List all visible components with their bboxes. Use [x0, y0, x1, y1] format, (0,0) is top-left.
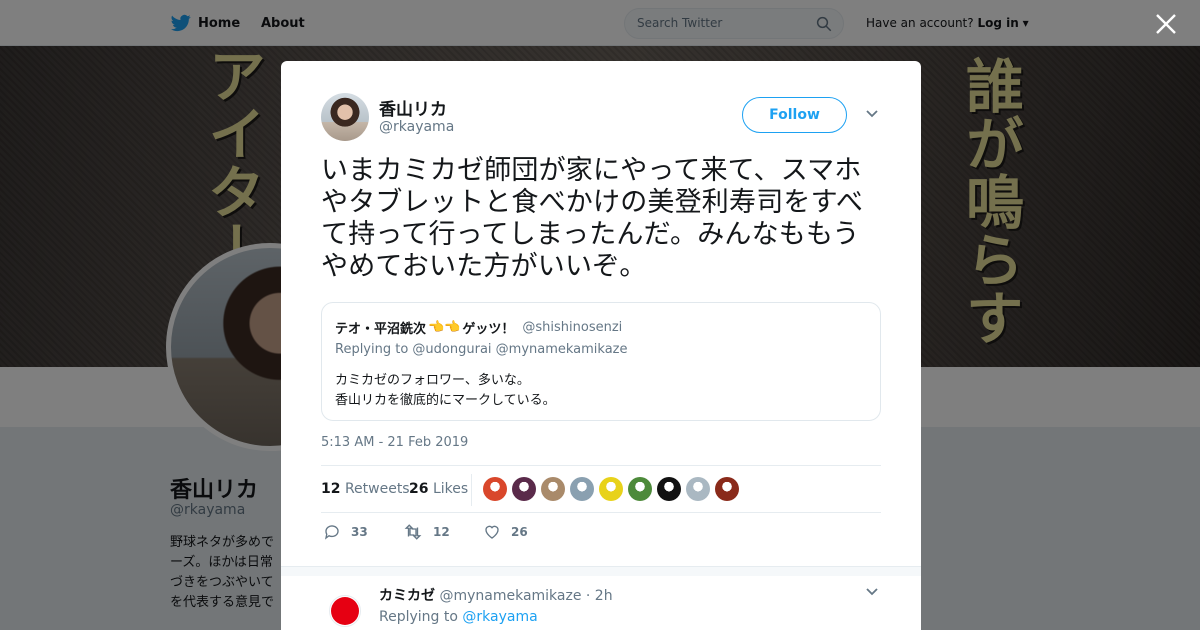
replies-divider: [281, 566, 921, 576]
red-circle-icon: [331, 597, 359, 625]
liker-avatar[interactable]: [628, 477, 652, 501]
liker-avatar[interactable]: [570, 477, 594, 501]
quoted-author-name: テオ・平沼銑次: [335, 322, 427, 337]
retweet-action[interactable]: 12: [403, 523, 450, 541]
reply-time[interactable]: · 2h: [586, 588, 613, 604]
quoted-body-line: カミカゼのフォロワー、多いな。: [335, 373, 530, 388]
liker-avatar[interactable]: [599, 477, 623, 501]
retweet-count: 12: [433, 525, 450, 539]
reply-replying-to: Replying to @rkayama: [379, 609, 538, 625]
tweet-text: いまカミカゼ師団が家にやって来て、スマホやタブレットと食べかけの美登利寿司をすべ…: [321, 155, 864, 282]
retweets-label: Retweets: [344, 481, 410, 497]
chevron-down-icon[interactable]: [865, 587, 879, 597]
liker-avatar[interactable]: [483, 477, 507, 501]
tweet-author-name[interactable]: 香山リカ: [379, 95, 447, 120]
follow-button[interactable]: Follow: [742, 97, 847, 133]
reply-author-name[interactable]: カミカゼ: [379, 588, 435, 604]
retweets-count: 12: [321, 481, 341, 497]
tweet-modal: 香山リカ @rkayama Follow いまカミカゼ師団が家にやって来て、スマ…: [281, 61, 921, 630]
reply-count: 33: [351, 525, 368, 539]
like-action[interactable]: 26: [483, 523, 528, 541]
tweet-author-avatar[interactable]: [321, 93, 369, 141]
chevron-down-icon[interactable]: [865, 109, 879, 119]
likes-label: Likes: [432, 481, 469, 497]
retweet-icon: [404, 524, 422, 540]
heart-icon: [485, 525, 499, 539]
reply-action[interactable]: 33: [323, 523, 368, 541]
quoted-tweet[interactable]: テオ・平沼銑次 👈👈 ゲッツ！ @shishinosenzi Replying …: [321, 302, 881, 421]
reply-author-avatar[interactable]: [329, 595, 361, 627]
tweet-author-handle[interactable]: @rkayama: [379, 119, 454, 135]
retweets-stat[interactable]: 12 Retweets: [321, 481, 410, 497]
close-icon[interactable]: [1154, 12, 1178, 36]
likes-stat[interactable]: 26 Likes: [409, 481, 468, 497]
tweet-actions: 33 12 26: [321, 523, 881, 545]
reply-replying-prefix: Replying to: [379, 609, 458, 625]
reply-icon: [324, 525, 339, 540]
pointing-hand-emoji-icon: 👈👈: [428, 320, 461, 335]
quoted-author-name-suffix: ゲッツ！: [462, 322, 515, 337]
reply-author-handle[interactable]: @mynamekamikaze: [439, 588, 581, 604]
quoted-body-line: 香山リカを徹底的にマークしている。: [335, 393, 556, 408]
quoted-author: テオ・平沼銑次 👈👈 ゲッツ！ @shishinosenzi: [335, 318, 622, 337]
reply-header: カミカゼ @mynamekamikaze · 2h: [379, 585, 613, 605]
liker-avatar[interactable]: [657, 477, 681, 501]
tweet-stats: 12 Retweets 26 Likes: [321, 465, 881, 513]
tweet-timestamp[interactable]: 5:13 AM - 21 Feb 2019: [321, 435, 468, 450]
quoted-author-handle: @shishinosenzi: [522, 320, 623, 335]
liker-avatar[interactable]: [715, 477, 739, 501]
stats-divider: [471, 474, 472, 506]
liker-avatar[interactable]: [541, 477, 565, 501]
liker-avatar[interactable]: [512, 477, 536, 501]
liker-avatar[interactable]: [686, 477, 710, 501]
quoted-replying-to: Replying to @udongurai @mynamekamikaze: [335, 342, 628, 357]
reply-replying-handle[interactable]: @rkayama: [462, 609, 537, 625]
likes-count: 26: [409, 481, 429, 497]
liker-avatars: [483, 477, 739, 501]
quoted-body: カミカゼのフォロワー、多いな。 香山リカを徹底的にマークしている。: [335, 371, 556, 411]
like-count: 26: [511, 525, 528, 539]
